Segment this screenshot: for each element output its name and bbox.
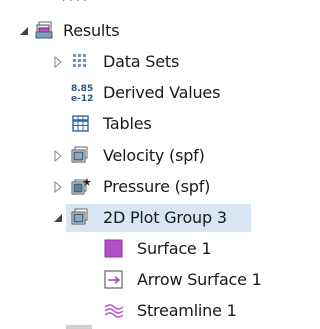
tree-node-results[interactable]: Results bbox=[0, 16, 281, 47]
expand-triangle-icon[interactable] bbox=[52, 181, 64, 193]
results-folder-icon bbox=[35, 21, 55, 41]
tree-node-tables[interactable]: Tables bbox=[0, 109, 281, 140]
tree-node-velocity[interactable]: Velocity (spf) bbox=[0, 141, 281, 172]
streamline-icon bbox=[104, 301, 124, 321]
plot-group-3-label: 2D Plot Group 3 bbox=[103, 208, 227, 227]
data-sets-label: Data Sets bbox=[103, 52, 180, 71]
plot-group-star-icon bbox=[70, 177, 91, 197]
tables-label: Tables bbox=[103, 114, 152, 133]
surface-1-label: Surface 1 bbox=[137, 239, 212, 258]
arrow-surface-icon bbox=[104, 270, 124, 290]
streamline-1-label: Streamline 1 bbox=[137, 301, 237, 320]
plot-group-icon bbox=[70, 208, 90, 228]
tree-node-streamline-1[interactable]: Streamline 1 bbox=[0, 296, 281, 327]
data-sets-grid-icon bbox=[71, 52, 91, 72]
tree-node-arrow-surface-1[interactable]: Arrow Surface 1 bbox=[0, 265, 281, 296]
model-tree: · · · · Results bbox=[0, 0, 281, 329]
plot-group-icon bbox=[70, 146, 90, 166]
expand-triangle-icon[interactable] bbox=[52, 56, 64, 68]
svg-text:e-12: e-12 bbox=[71, 94, 93, 104]
surface-icon bbox=[104, 239, 124, 259]
svg-text:8.85: 8.85 bbox=[71, 84, 93, 94]
cut-off-next-row bbox=[66, 325, 92, 329]
derived-values-label: Derived Values bbox=[103, 83, 221, 102]
results-label: Results bbox=[63, 21, 120, 40]
pressure-label: Pressure (spf) bbox=[103, 177, 211, 196]
tree-node-pressure[interactable]: Pressure (spf) bbox=[0, 172, 281, 203]
arrow-surface-1-label: Arrow Surface 1 bbox=[137, 270, 262, 289]
table-grid-icon bbox=[71, 114, 91, 134]
cut-off-row: · · · · bbox=[62, 0, 86, 4]
tree-node-2d-plot-group-3[interactable]: 2D Plot Group 3 bbox=[0, 203, 281, 234]
velocity-label: Velocity (spf) bbox=[103, 146, 205, 165]
tree-node-derived-values[interactable]: 8.85 e-12 Derived Values bbox=[0, 78, 281, 109]
collapse-triangle-icon[interactable] bbox=[18, 25, 30, 37]
expand-triangle-icon[interactable] bbox=[52, 150, 64, 162]
derived-values-icon: 8.85 e-12 bbox=[70, 82, 94, 104]
tree-node-data-sets[interactable]: Data Sets bbox=[0, 47, 281, 78]
tree-node-surface-1[interactable]: Surface 1 bbox=[0, 234, 281, 265]
collapse-triangle-icon[interactable] bbox=[52, 212, 64, 224]
